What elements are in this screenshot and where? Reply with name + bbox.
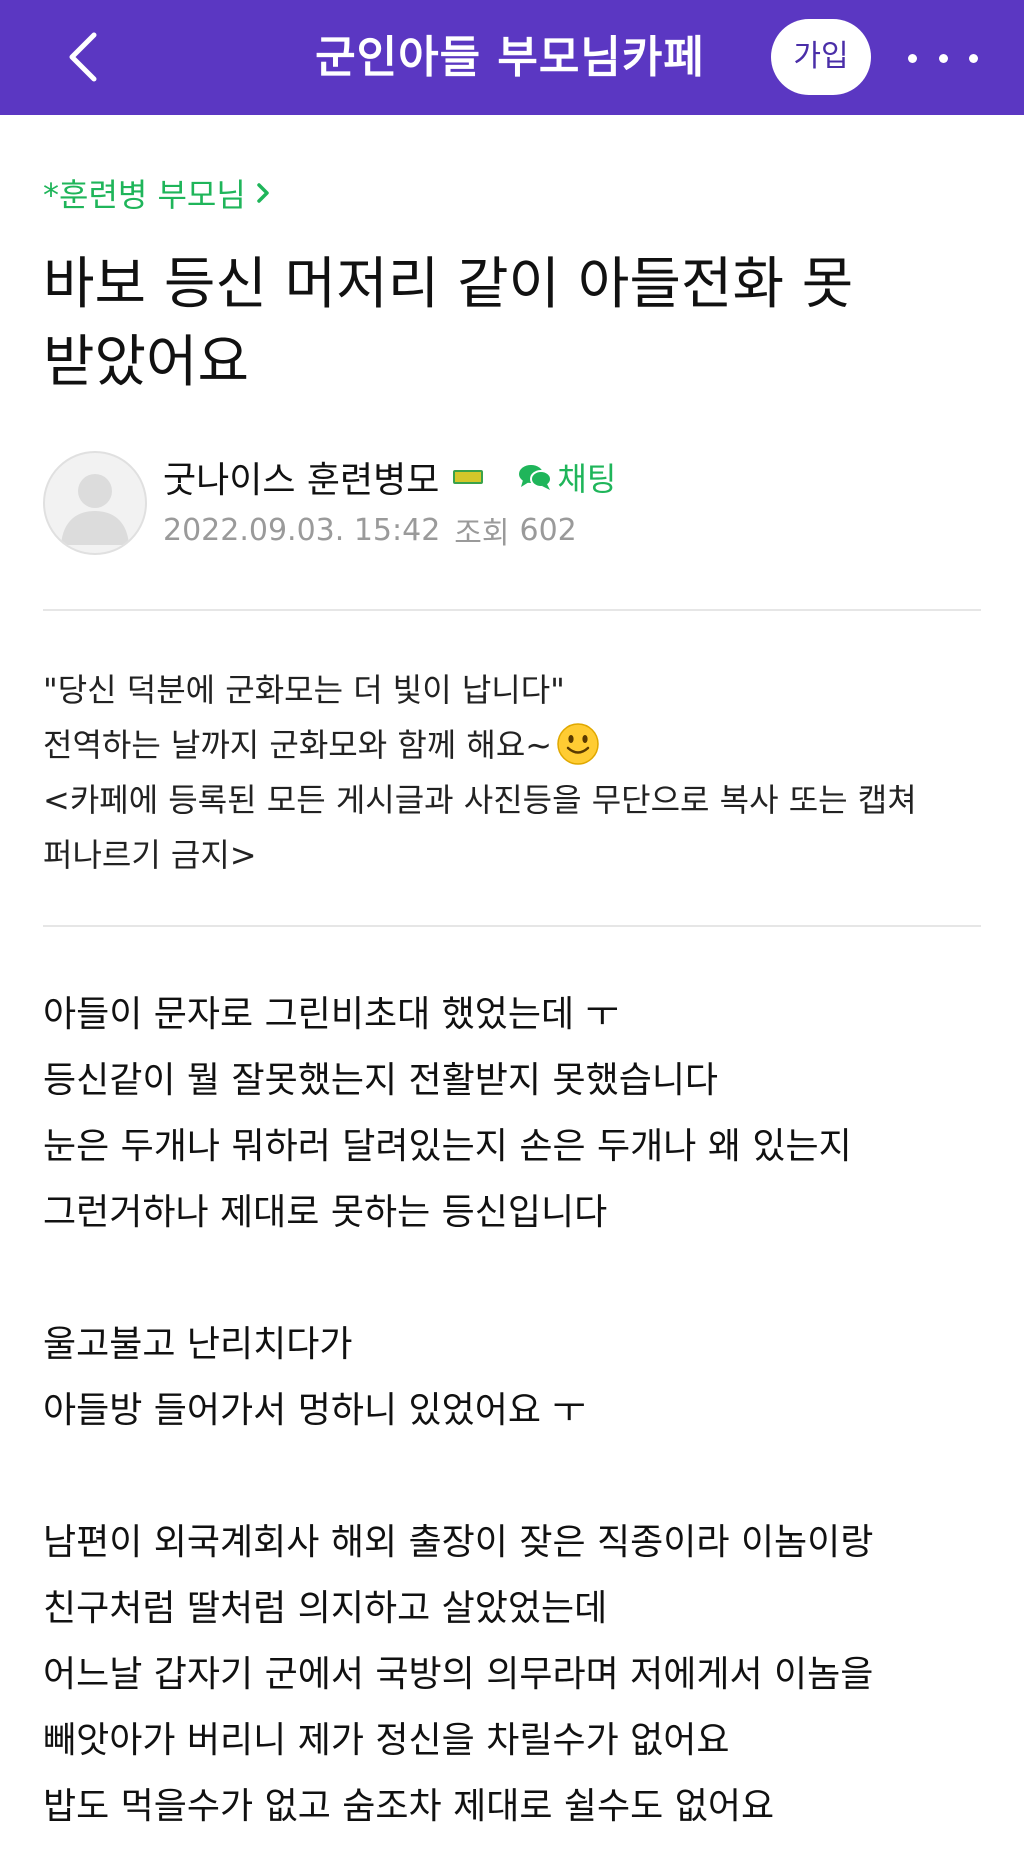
notice-line: 전역하는 날까지 군화모와 함께 해요~ [43, 718, 988, 773]
body-line: 빼앗아가 버리니 제가 정신을 차릴수가 없어요 [43, 1720, 730, 1761]
author-row: 굿나이스 훈련병모 채팅 [163, 452, 616, 502]
body-line-blank [43, 1444, 988, 1510]
more-horizontal-icon [969, 53, 978, 63]
post-title-line: 바보 등신 머저리 같이 아들전화 못 [43, 252, 854, 317]
top-app-bar: 군인아들 부모님카페 가입 [0, 0, 1024, 115]
body-line: 등신같이 뭘 잘못했는지 전활받지 못했습니다 [43, 1060, 719, 1101]
chat-button[interactable]: 채팅 [517, 454, 616, 500]
chevron-left-icon [69, 32, 97, 82]
body-line: 친구처럼 딸처럼 의지하고 살았었는데 [43, 1588, 608, 1629]
post-date: 2022.09.03. 15:42 [163, 512, 441, 548]
cafe-title[interactable]: 군인아들 부모님카페 [240, 0, 780, 115]
back-button[interactable] [48, 22, 118, 92]
chat-label: 채팅 [557, 460, 617, 498]
post-body: 아들이 문자로 그린비초대 했었는데 ㅜ 등신같이 뭘 잘못했는지 전활받지 못… [43, 982, 988, 1840]
chat-bubbles-icon [519, 465, 553, 490]
board-name: *훈련병 부모님 [43, 176, 246, 214]
cafe-notice: "당신 덕분에 군화모는 더 빛이 납니다" 전역하는 날까지 군화모와 함께 … [43, 663, 988, 883]
body-line-blank [43, 1246, 988, 1312]
body-line: 그런거하나 제대로 못하는 등신입니다 [43, 1192, 608, 1233]
body-line: 아들이 문자로 그린비초대 했었는데 ㅜ [43, 994, 619, 1035]
post-meta: 2022.09.03. 15:42 조회 602 [163, 508, 577, 552]
chevron-right-icon [257, 183, 269, 203]
body-line: 어느날 갑자기 군에서 국방의 의무라며 저에게서 이놈을 [43, 1654, 874, 1695]
body-line: 울고불고 난리치다가 [43, 1324, 353, 1365]
divider [43, 925, 981, 927]
body-line: 남편이 외국계회사 해외 출장이 잦은 직종이라 이놈이랑 [43, 1522, 874, 1563]
views-label: 조회 [454, 516, 510, 551]
join-button[interactable]: 가입 [771, 19, 871, 95]
more-options-button[interactable] [908, 30, 978, 86]
author-name[interactable]: 굿나이스 훈련병모 [163, 451, 439, 503]
body-line: 눈은 두개나 뭐하러 달려있는지 손은 두개나 왜 있는지 [43, 1126, 852, 1167]
more-horizontal-icon [908, 53, 917, 63]
post-title: 바보 등신 머저리 같이 아들전화 못 받았어요 [43, 246, 983, 402]
board-link[interactable]: *훈련병 부모님 [43, 168, 270, 218]
divider [43, 609, 981, 611]
default-profile-icon [61, 474, 129, 545]
post-title-line: 받았어요 [43, 330, 250, 395]
member-level-icon [453, 470, 484, 484]
notice-line: "당신 덕분에 군화모는 더 빛이 납니다" [43, 671, 565, 709]
more-horizontal-icon [938, 53, 948, 63]
body-line: 밥도 먹을수가 없고 숨조차 제대로 쉴수도 없어요 [43, 1786, 775, 1827]
body-line: 아들방 들어가서 멍하니 있었어요 ㅜ [43, 1390, 586, 1431]
notice-line: <카페에 등록된 모든 게시글과 사진등을 무단으로 복사 또는 캡쳐 [43, 781, 917, 819]
views-count: 602 [519, 512, 577, 548]
notice-text: 전역하는 날까지 군화모와 함께 해요~ [43, 726, 553, 764]
avatar[interactable] [43, 451, 147, 555]
notice-line: 퍼나르기 금지> [43, 836, 257, 874]
smiley-emoji-icon [557, 723, 599, 765]
